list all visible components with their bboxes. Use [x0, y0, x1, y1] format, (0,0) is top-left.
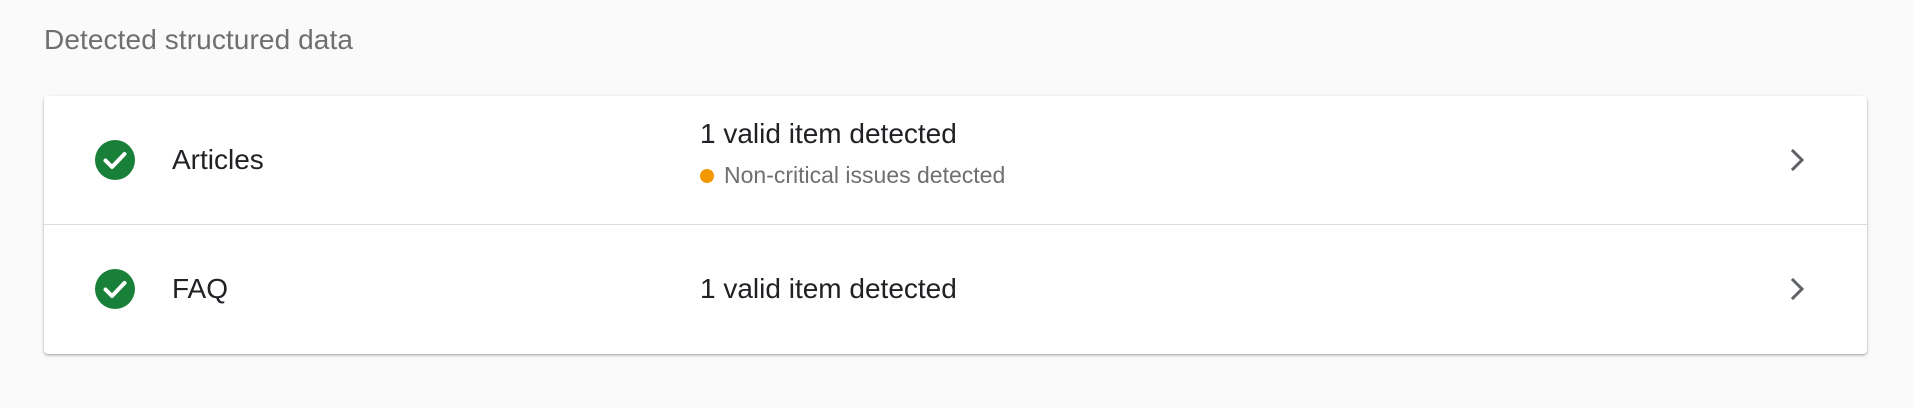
item-label: Articles	[172, 144, 264, 175]
chevron-right-icon[interactable]	[1782, 144, 1814, 176]
list-item-articles[interactable]: Articles 1 valid item detected Non-criti…	[44, 96, 1867, 225]
item-label: FAQ	[172, 273, 229, 304]
section-title: Detected structured data	[44, 24, 354, 55]
check-circle-icon	[95, 140, 135, 180]
item-sub-status: Non-critical issues detected	[700, 160, 1005, 190]
chevron-right-icon[interactable]	[1782, 273, 1814, 305]
item-status: 1 valid item detected	[700, 118, 957, 149]
warning-dot-icon	[700, 168, 714, 183]
check-circle-icon	[95, 269, 135, 309]
structured-data-card: Articles 1 valid item detected Non-criti…	[44, 96, 1867, 354]
list-item-faq[interactable]: FAQ 1 valid item detected	[44, 225, 1867, 354]
item-status: 1 valid item detected	[700, 273, 957, 304]
sub-status-text: Non-critical issues detected	[724, 161, 1006, 188]
